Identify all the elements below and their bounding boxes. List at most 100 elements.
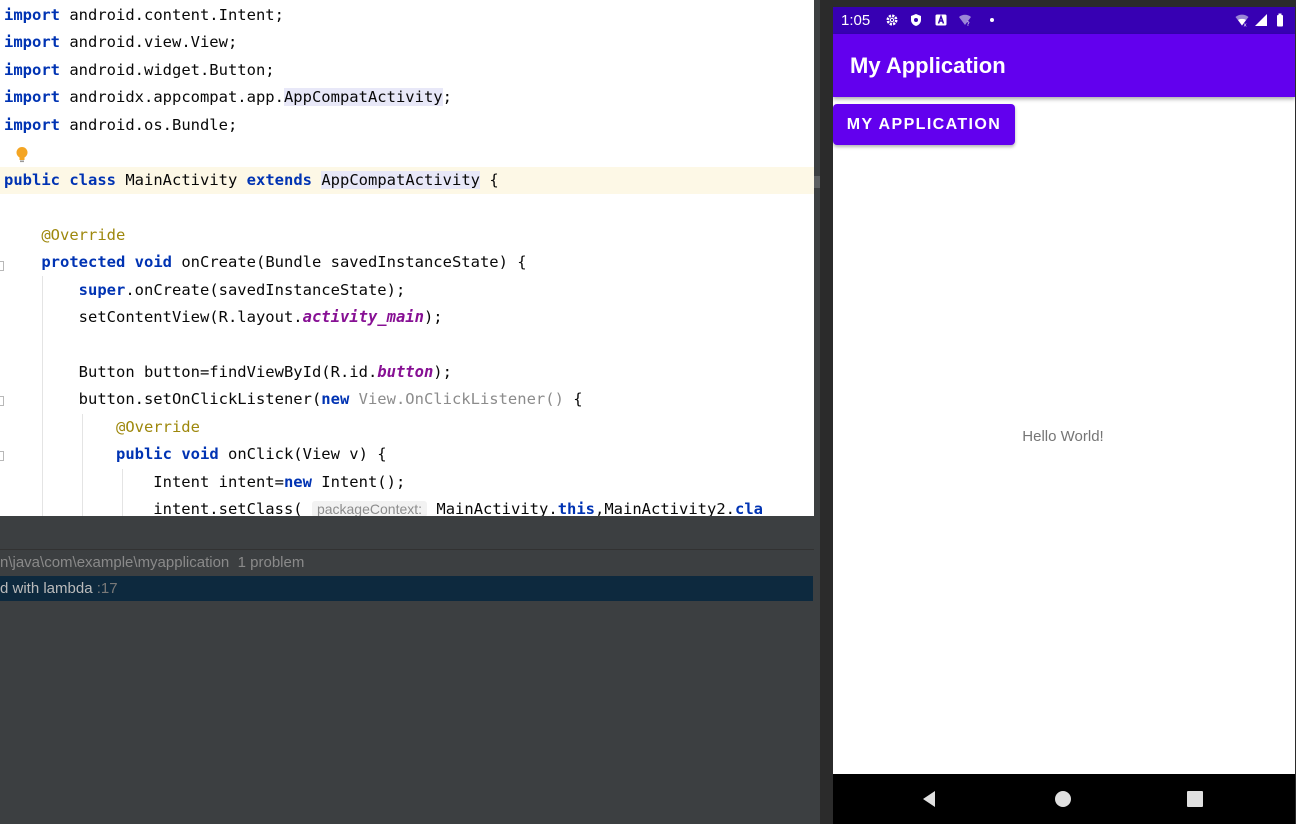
svg-text:?: ? bbox=[967, 21, 970, 27]
code-token: intent.setClass( bbox=[4, 500, 312, 516]
app-toolbar: My Application bbox=[833, 34, 1295, 97]
code-token: View.OnClickListener() bbox=[358, 390, 564, 409]
code-token: new bbox=[283, 472, 312, 491]
code-line-text: import android.content.Intent; bbox=[4, 2, 284, 29]
code-token: ); bbox=[433, 362, 452, 381]
code-token: androidx.appcompat.app. bbox=[60, 88, 284, 107]
navigation-bar bbox=[833, 774, 1295, 824]
recents-icon[interactable] bbox=[1185, 789, 1205, 809]
code-token: { bbox=[479, 170, 499, 189]
problems-file-path: n\java\com\example\myapplication bbox=[0, 554, 230, 571]
code-line[interactable]: Button button=findViewById(R.id.button); bbox=[0, 359, 814, 386]
code-line[interactable]: import androidx.appcompat.app.AppCompatA… bbox=[0, 84, 814, 111]
code-line[interactable]: intent.setClass( packageContext: MainAct… bbox=[0, 496, 814, 516]
code-line[interactable]: public void onClick(View v) { bbox=[0, 441, 814, 468]
code-token: AppCompatActivity bbox=[283, 88, 443, 107]
code-line[interactable] bbox=[0, 331, 814, 358]
code-token: import bbox=[4, 115, 60, 134]
svg-text:x: x bbox=[1244, 23, 1248, 28]
code-token: ); bbox=[423, 307, 443, 326]
code-line[interactable]: import android.content.Intent; bbox=[0, 2, 814, 29]
code-token: ; bbox=[442, 88, 452, 107]
code-line-text: import android.os.Bundle; bbox=[4, 112, 237, 139]
battery-icon bbox=[1277, 13, 1283, 27]
code-line-text: public void onClick(View v) { bbox=[4, 441, 387, 468]
code-token: cla bbox=[735, 500, 763, 516]
code-token: @Override bbox=[115, 417, 200, 436]
code-line-text: @Override bbox=[4, 222, 125, 249]
code-token: setContentView(R.layout. bbox=[4, 307, 303, 326]
code-token: void bbox=[181, 445, 219, 464]
home-icon[interactable] bbox=[1053, 789, 1073, 809]
code-token: Button button=findViewById(R.id. bbox=[4, 362, 378, 381]
code-editor[interactable]: import android.content.Intent; import and… bbox=[0, 0, 814, 516]
code-token: import bbox=[4, 60, 60, 79]
code-line-text: import android.widget.Button; bbox=[4, 57, 275, 84]
hello-world-text: Hello World! bbox=[1022, 428, 1104, 445]
problems-file-row[interactable]: n\java\com\example\myapplication 1 probl… bbox=[0, 550, 814, 575]
code-line[interactable]: public class MainActivity extends AppCom… bbox=[0, 166, 814, 194]
code-line-text: import android.view.View; bbox=[4, 29, 237, 56]
code-line-text: Button button=findViewById(R.id.button); bbox=[4, 359, 452, 386]
code-token: ,MainActivity2. bbox=[595, 500, 735, 516]
problem-item[interactable]: d with lambda :17 bbox=[0, 576, 813, 601]
font-a-icon bbox=[935, 14, 947, 26]
problems-count: 1 problem bbox=[237, 554, 305, 571]
code-line-text: super.onCreate(savedInstanceState); bbox=[4, 277, 406, 304]
problems-panel: n\java\com\example\myapplication 1 probl… bbox=[0, 516, 814, 824]
code-line[interactable]: @Override bbox=[0, 222, 814, 249]
code-line[interactable]: import android.os.Bundle; bbox=[0, 112, 814, 139]
back-icon[interactable] bbox=[920, 789, 940, 809]
code-token: import bbox=[4, 88, 60, 107]
code-token: button bbox=[377, 362, 434, 381]
signal-icon bbox=[1255, 14, 1267, 26]
settings-gear-icon bbox=[886, 14, 898, 26]
code-line-text: import androidx.appcompat.app.AppCompatA… bbox=[4, 84, 452, 111]
status-bar: 1:05 ? x bbox=[833, 7, 1295, 34]
code-line[interactable]: setContentView(R.layout.activity_main); bbox=[0, 304, 814, 331]
code-line[interactable]: button.setOnClickListener(new View.OnCli… bbox=[0, 386, 814, 413]
code-token: android.os.Bundle; bbox=[60, 115, 238, 134]
code-line-text: setContentView(R.layout.activity_main); bbox=[4, 304, 443, 331]
emulator-screen[interactable]: 1:05 ? x My Application MY APPLICATION H… bbox=[833, 7, 1295, 824]
code-line[interactable]: protected void onCreate(Bundle savedInst… bbox=[0, 249, 814, 276]
code-line[interactable]: Intent intent=new Intent(); bbox=[0, 469, 814, 496]
code-line-text: intent.setClass( packageContext: MainAct… bbox=[4, 496, 763, 516]
code-line[interactable]: import android.view.View; bbox=[0, 29, 814, 56]
code-token: android.widget.Button; bbox=[60, 60, 275, 79]
code-line[interactable] bbox=[0, 139, 814, 166]
code-line[interactable]: super.onCreate(savedInstanceState); bbox=[0, 277, 814, 304]
code-token: android.view.View; bbox=[60, 33, 238, 52]
code-token: { bbox=[563, 390, 583, 409]
code-line-text: Intent intent=new Intent(); bbox=[4, 469, 405, 496]
code-token: onClick(View v) { bbox=[218, 445, 387, 464]
code-token: .onCreate(savedInstanceState); bbox=[125, 280, 406, 299]
wifi-question-icon: ? bbox=[959, 14, 971, 27]
code-token: public bbox=[115, 445, 172, 464]
code-token: new bbox=[321, 390, 350, 409]
code-token: protected bbox=[41, 253, 126, 272]
code-token: MainActivity bbox=[116, 170, 247, 189]
code-token: activity_main bbox=[302, 307, 424, 326]
code-line[interactable]: import android.widget.Button; bbox=[0, 57, 814, 84]
my-application-button[interactable]: MY APPLICATION bbox=[833, 104, 1015, 145]
code-line[interactable] bbox=[0, 194, 814, 221]
code-line[interactable]: @Override bbox=[0, 414, 814, 441]
notification-dot-icon bbox=[990, 18, 994, 22]
code-token: AppCompatActivity bbox=[321, 170, 480, 189]
code-token: public bbox=[4, 170, 60, 189]
code-token: packageContext: bbox=[311, 501, 428, 516]
code-line-text: button.setOnClickListener(new View.OnCli… bbox=[4, 386, 583, 413]
code-token: Intent intent= bbox=[4, 472, 284, 491]
problem-text: d with lambda bbox=[0, 580, 93, 597]
app-title: My Application bbox=[850, 53, 1006, 78]
wifi-icon: x bbox=[1235, 14, 1249, 28]
